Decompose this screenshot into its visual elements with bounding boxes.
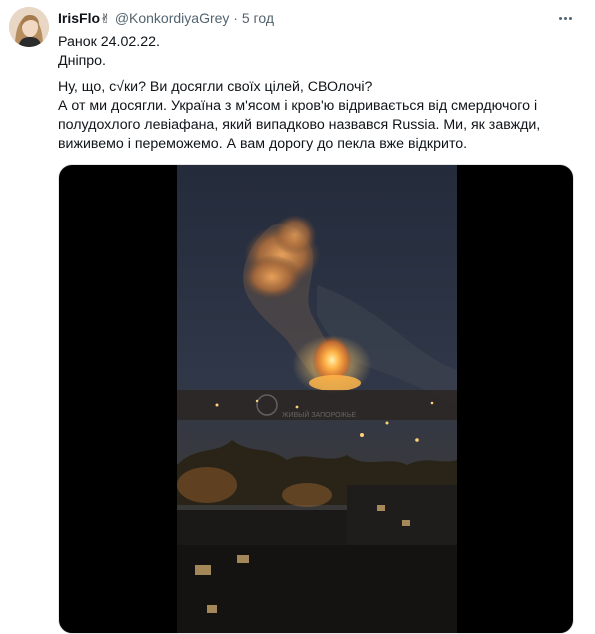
street-glow [282,483,332,507]
building [177,510,347,550]
tweet-header: IrisFlo✌ @KonkordiyaGrey · 5 год [58,9,274,28]
more-dot-icon [568,16,572,20]
fireball-cloud [273,215,317,255]
tweet: IrisFlo✌ @KonkordiyaGrey · 5 год Ранок 2… [0,0,595,634]
tweet-line: виживемо і переможемо. А вам дорогу до п… [58,136,468,152]
foreground-building [177,545,457,633]
tweet-text: Ранок 24.02.22. Дніпро. Ну, що, с√ки? Ви… [58,33,578,154]
video-frame[interactable]: ЖИВЫЙ ЗАПОРОЖЬЕ [177,165,457,634]
tweet-line: полудохлого левіафана, який випадково на… [58,117,541,133]
avatar-image [9,7,49,47]
more-dot-icon [558,16,562,20]
building [347,485,457,545]
victory-hand-emoji: ✌ [100,11,111,26]
tweet-line: А от ми досягли. Україна з м'ясом і кров… [58,98,538,114]
more-options-button[interactable] [555,9,575,27]
tweet-line: Ну, що, с√ки? Ви досягли своїх цілей, СВ… [58,79,373,95]
user-handle[interactable]: @KonkordiyaGrey [115,10,230,26]
more-dot-icon [563,16,567,20]
tweet-line: Ранок 24.02.22. [58,34,160,50]
avatar[interactable] [9,7,49,47]
street-glow [177,467,237,503]
media-container[interactable]: ЖИВЫЙ ЗАПОРОЖЬЕ [58,164,574,634]
display-name[interactable]: IrisFlo [58,10,100,26]
watermark-text: ЖИВЫЙ ЗАПОРОЖЬЕ [282,410,356,419]
separator: · [233,10,238,26]
timestamp[interactable]: 5 год [242,10,274,26]
tweet-line: Дніпро. [58,53,107,69]
explosion-base [309,375,361,391]
fireball-cloud [242,255,302,299]
